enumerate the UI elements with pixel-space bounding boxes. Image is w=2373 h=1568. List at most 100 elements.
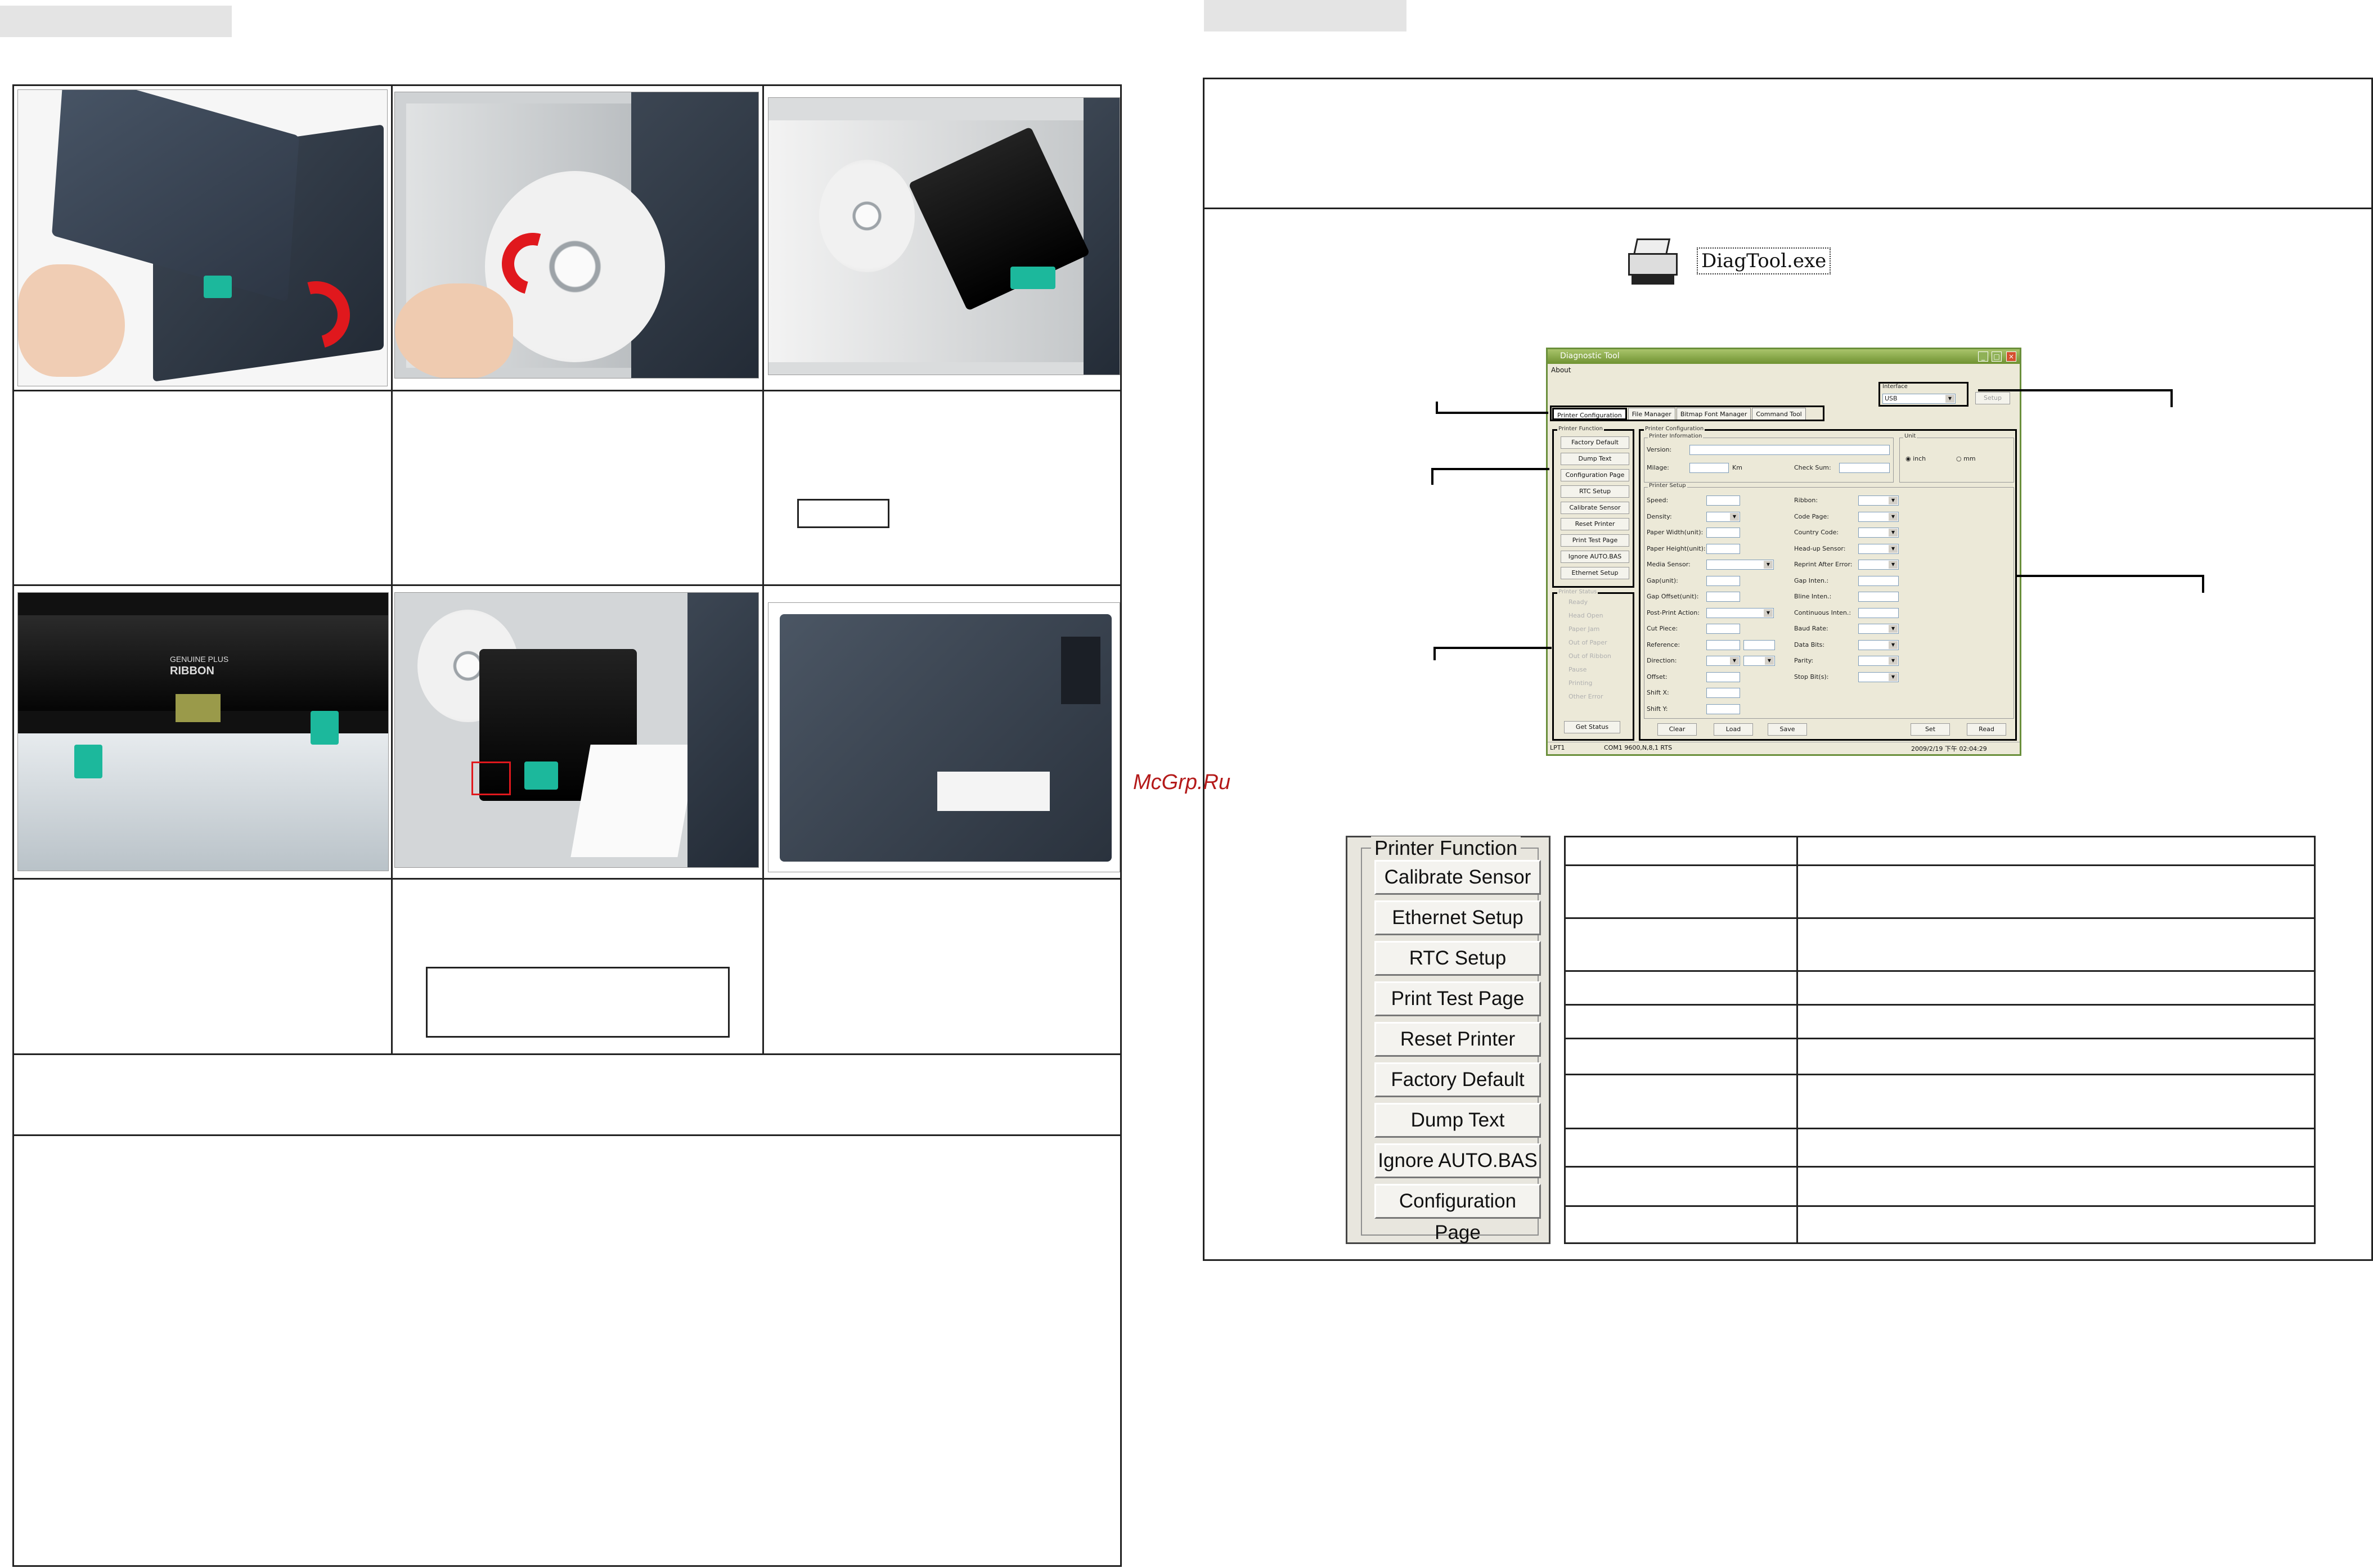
table-col-divider <box>1796 837 1798 1242</box>
setup-field-label: Parity: <box>1794 657 1814 664</box>
callout-line <box>1433 647 1552 649</box>
ribbon-label-text: RIBBON <box>170 665 214 677</box>
callout-line <box>1978 389 2173 391</box>
printer-function-button[interactable]: RTC Setup <box>1374 941 1541 976</box>
printer-function-button[interactable]: Reset Printer <box>1374 1022 1541 1057</box>
dump-text-button[interactable]: Dump Text <box>1561 453 1629 465</box>
setup-field-input[interactable] <box>1706 672 1740 682</box>
load-button[interactable]: Load <box>1714 723 1753 736</box>
callout-line <box>1436 402 1438 414</box>
interface-select[interactable]: USB ▼ <box>1882 394 1956 404</box>
setup-field-label: Continuous Inten.: <box>1794 609 1851 616</box>
printer-function-button[interactable]: Print Test Page <box>1374 981 1541 1016</box>
set-button[interactable]: Set <box>1911 723 1950 736</box>
setup-field-label: Offset: <box>1647 673 1668 681</box>
table-row-divider <box>14 390 1120 391</box>
status-com: COM1 9600,N,8,1 RTS <box>1604 744 1673 751</box>
clear-button[interactable]: Clear <box>1657 723 1697 736</box>
printer-icon[interactable] <box>1625 238 1681 286</box>
left-step-table: GENUINE PLUS RIBBON <box>12 84 1122 1567</box>
setup-field-input[interactable] <box>1858 575 1899 586</box>
setup-field-input[interactable] <box>1706 624 1740 634</box>
setup-field-input[interactable] <box>1706 575 1740 586</box>
teal-lever-illustration <box>524 762 558 790</box>
get-status-button[interactable]: Get Status <box>1564 721 1620 733</box>
setup-field-input[interactable]: ▼ <box>1858 639 1899 650</box>
setup-field-input[interactable] <box>1743 639 1775 650</box>
setup-field-input[interactable]: ▼ <box>1706 607 1774 618</box>
setup-field-label: Density: <box>1647 512 1672 520</box>
printer-function-button[interactable]: Factory Default <box>1374 1062 1541 1097</box>
save-button[interactable]: Save <box>1768 723 1807 736</box>
ignore-autobas-button[interactable]: Ignore AUTO.BAS <box>1561 551 1629 563</box>
teal-lever-illustration <box>74 745 102 778</box>
chevron-down-icon: ▼ <box>1945 395 1954 403</box>
printer-function-title: Printer Function <box>1557 426 1604 432</box>
factory-default-button[interactable]: Factory Default <box>1561 436 1629 449</box>
setup-field-input[interactable] <box>1706 543 1740 554</box>
chevron-down-icon: ▼ <box>1889 657 1898 665</box>
status-paper-jam: Paper Jam <box>1568 625 1600 633</box>
print-test-page-button[interactable]: Print Test Page <box>1561 534 1629 547</box>
printer-configuration-title: Printer Configuration <box>1644 426 1705 432</box>
setup-field-input[interactable]: ▼ <box>1858 543 1899 554</box>
printer-information-title: Printer Information <box>1648 433 1704 439</box>
setup-field-input[interactable]: ▼ <box>1858 511 1899 522</box>
setup-field-input[interactable] <box>1858 607 1899 618</box>
setup-field-input[interactable]: ▼ <box>1706 560 1774 570</box>
printer-function-panel: Printer Function Calibrate Sensor Etherne… <box>1346 836 1550 1244</box>
menu-about[interactable]: About <box>1551 366 1571 374</box>
setup-field-input[interactable]: ▼ <box>1858 656 1899 666</box>
calibrate-sensor-button[interactable]: Calibrate Sensor <box>1561 502 1629 514</box>
printer-function-button[interactable]: Configuration Page <box>1374 1184 1541 1243</box>
printer-function-button[interactable]: Ethernet Setup <box>1374 900 1541 935</box>
interface-setup-button[interactable]: Setup <box>1975 392 2010 404</box>
chevron-down-icon: ▼ <box>1889 561 1898 569</box>
maximize-icon[interactable]: □ <box>1992 352 2002 362</box>
minimize-icon[interactable]: _ <box>1978 352 1988 362</box>
unit-inch-radio[interactable]: ◉ inch <box>1905 455 1926 462</box>
setup-field-input[interactable]: ▼ <box>1706 656 1740 666</box>
setup-field-input[interactable] <box>1706 528 1740 538</box>
callout-line <box>2170 389 2173 407</box>
printer-setup-group: Printer Setup Speed: Density: ▼ Paper Width… <box>1644 483 2014 719</box>
table-row <box>1566 1038 2314 1039</box>
close-icon[interactable]: × <box>2006 352 2016 362</box>
table-row-divider <box>14 878 1120 880</box>
setup-field-input[interactable]: ▼ <box>1858 528 1899 538</box>
printer-function-button[interactable]: Ignore AUTO.BAS <box>1374 1143 1541 1178</box>
ethernet-setup-button[interactable]: Ethernet Setup <box>1561 567 1629 579</box>
setup-field-input[interactable] <box>1706 688 1740 698</box>
configuration-page-button[interactable]: Configuration Page <box>1561 469 1629 481</box>
table-col-divider <box>762 86 764 1053</box>
setup-field-input[interactable]: ▼ <box>1858 560 1899 570</box>
media-sheet-illustration <box>18 733 388 871</box>
reset-printer-button[interactable]: Reset Printer <box>1561 518 1629 530</box>
setup-field-input[interactable]: ▼ <box>1858 624 1899 634</box>
unit-inch-label: inch <box>1913 455 1926 462</box>
rtc-setup-button[interactable]: RTC Setup <box>1561 485 1629 498</box>
setup-field-label: Stop Bit(s): <box>1794 673 1829 681</box>
setup-field-input[interactable]: ▼ <box>1743 656 1775 666</box>
chevron-down-icon: ▼ <box>1764 609 1773 617</box>
setup-field-input[interactable] <box>1706 639 1740 650</box>
ribbon-brand-text: GENUINE PLUS <box>170 655 229 664</box>
setup-field-input[interactable]: ▼ <box>1706 511 1740 522</box>
printer-function-button[interactable]: Dump Text <box>1374 1103 1541 1138</box>
setup-field-input[interactable]: ▼ <box>1858 495 1899 506</box>
setup-field-input[interactable] <box>1858 592 1899 602</box>
setup-field-input[interactable] <box>1706 704 1740 714</box>
chevron-down-icon: ▼ <box>1889 497 1898 504</box>
setup-field-input[interactable] <box>1706 592 1740 602</box>
setup-field-input[interactable] <box>1706 495 1740 506</box>
note-box <box>797 499 889 528</box>
unit-mm-radio[interactable]: ○ mm <box>1956 455 1976 462</box>
diagtool-exe-label[interactable]: DiagTool.exe <box>1697 247 1831 274</box>
read-button[interactable]: Read <box>1967 723 2006 736</box>
printer-function-button[interactable]: Calibrate Sensor <box>1374 860 1541 895</box>
check-sum-field <box>1839 463 1890 473</box>
setup-field-input[interactable]: ▼ <box>1858 672 1899 682</box>
photo-close-print-head <box>394 592 759 868</box>
teal-lever-illustration <box>311 711 339 745</box>
callout-line <box>2202 575 2204 593</box>
